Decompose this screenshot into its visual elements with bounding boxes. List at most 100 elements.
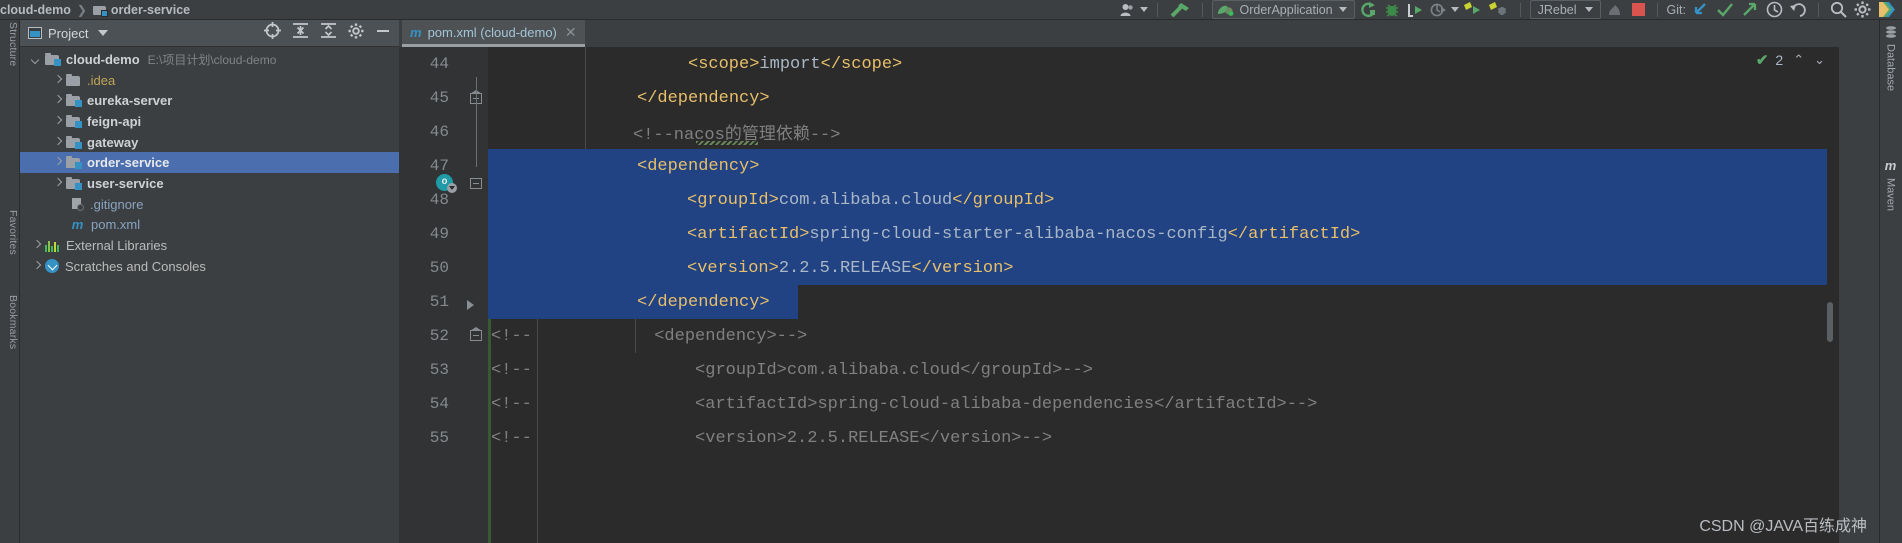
locate-icon[interactable] [264,22,281,44]
tree-row-pom-xml[interactable]: m pom.xml [20,215,399,236]
search-icon[interactable] [1828,1,1849,19]
chevron-right-icon[interactable] [53,158,62,167]
palette-icon[interactable] [1876,1,1898,19]
project-view-chevron-down-icon[interactable] [98,30,109,36]
gear-icon[interactable] [1852,1,1873,19]
code-token: <!-- [491,326,532,346]
tree-row-external-libraries[interactable]: External Libraries [20,235,399,256]
breadcrumb-item-project[interactable]: cloud-demo [0,3,71,17]
toolbar-divider-3 [1519,2,1521,17]
run-icon[interactable] [1405,1,1425,19]
next-highlight-icon[interactable]: ⌄ [1814,52,1825,68]
code-line[interactable]: 49 <artifactId> spring-cloud-starter-alib… [399,217,1839,251]
git-commit-icon[interactable] [1714,1,1736,19]
code-line[interactable]: 54 <!-- <artifactId>spring-cloud-alibaba… [399,387,1839,421]
collapse-all-icon[interactable] [320,22,337,44]
sidebar-label: Database [1884,44,1897,92]
chevron-right-icon[interactable] [53,76,62,85]
code-line[interactable]: 47 <dependency> [399,149,1839,183]
run-config-chevron-down-icon[interactable] [1338,7,1347,12]
folder-icon [66,73,81,87]
chevron-right-icon[interactable] [53,138,62,147]
sidebar-item-bookmarks[interactable]: Bookmarks [1,295,19,349]
expand-all-icon[interactable] [292,22,309,44]
module-folder-icon [66,135,82,149]
tab-pom-xml[interactable]: m pom.xml (cloud-demo) ✕ [402,20,585,47]
code-token: <dependency>--> [531,326,808,346]
sidebar-label: Maven [1884,178,1897,212]
attach-icon[interactable] [1604,1,1626,19]
jrebel-selector[interactable]: JRebel [1529,0,1601,19]
previous-highlight-icon[interactable]: ⌃ [1793,52,1804,68]
tree-row-eureka-server[interactable]: eureka-server [20,90,399,111]
sidebar-item-database[interactable]: Database [1881,26,1900,91]
code-line[interactable]: 48 <groupId> com.alibaba.cloud </groupId> [399,183,1839,217]
tree-label: feign-api [87,113,142,129]
editor-tab-strip: m pom.xml (cloud-demo) ✕ [399,20,1839,47]
chevron-right-icon[interactable] [53,96,62,105]
line-number: 49 [429,225,449,243]
tree-row-cloud-demo[interactable]: cloud-demo E:\项目计划\cloud-demo [20,49,399,70]
code-line[interactable]: 51 </dependency> [399,285,1839,319]
toolbar-divider [1156,2,1158,17]
code-line[interactable]: 55 <!-- <version>2.2.5.RELEASE</version>… [399,421,1839,455]
tree-row-feign-api[interactable]: feign-api [20,111,399,132]
stop-icon[interactable] [1629,1,1648,19]
user-icon[interactable] [1118,1,1137,19]
tree-row-gitignore[interactable]: .gitignore [20,194,399,215]
chevron-right-icon[interactable] [32,262,41,271]
tree-row-scratches-and-consoles[interactable]: Scratches and Consoles [20,256,399,277]
coverage-icon[interactable] [1428,1,1448,19]
user-chevron-down-icon[interactable] [1139,7,1148,12]
tree-row-idea[interactable]: .idea [20,70,399,91]
module-folder-icon [45,52,61,66]
jrebel-run-icon[interactable] [1462,1,1484,19]
run-configuration-selector[interactable]: OrderApplication [1211,0,1355,19]
editor-scrollbar-thumb[interactable] [1827,302,1833,342]
code-token: </scope> [820,54,903,74]
close-icon[interactable]: ✕ [565,24,577,41]
git-history-icon[interactable] [1764,1,1785,19]
coverage-chevron-down-icon[interactable] [1450,7,1459,12]
project-panel-title: Project [48,25,89,41]
tree-row-user-service[interactable]: user-service [20,173,399,194]
git-update-icon[interactable] [1689,1,1711,19]
module-folder-icon [66,156,82,170]
sidebar-item-maven[interactable]: m Maven [1881,158,1900,211]
code-line[interactable]: 44 <scope> import </scope> [399,47,1839,81]
code-token: </dependency> [637,88,770,108]
chevron-right-icon[interactable] [32,241,41,250]
module-folder-icon [66,114,82,128]
git-push-icon[interactable] [1739,1,1761,19]
code-line[interactable]: 52 <!-- <dependency>--> [399,319,1839,353]
inspection-widget[interactable]: ✔ 2 ⌃ ⌄ [1756,51,1825,69]
sidebar-item-favorites[interactable]: Favorites [1,210,19,255]
jrebel-label: JRebel [1537,2,1577,17]
tree-row-gateway[interactable]: gateway [20,132,399,153]
rerun-icon[interactable] [1358,1,1379,19]
project-panel-actions [264,22,399,44]
code-line[interactable]: 50 <version> 2.2.5.RELEASE </version> [399,251,1839,285]
chevron-right-icon[interactable] [53,117,62,126]
git-rollback-icon[interactable] [1788,1,1809,19]
hammer-icon[interactable] [1167,1,1193,19]
code-line[interactable]: 53 <!-- <groupId>com.alibaba.cloud</grou… [399,353,1839,387]
breadcrumb-item-module[interactable]: order-service [92,3,190,17]
sidebar-item-structure[interactable]: Structure [1,22,19,66]
line-number: 48 [429,191,449,209]
chevron-right-icon[interactable] [53,179,62,188]
hide-icon[interactable] [375,23,391,44]
chevron-down-icon[interactable] [32,55,41,64]
project-tree[interactable]: cloud-demo E:\项目计划\cloud-demo .idea eure… [20,47,399,543]
debug-icon[interactable] [1382,1,1402,19]
code-editor[interactable]: o 44 <scope> import </scope> 45 </dependen… [399,47,1839,543]
settings-icon[interactable] [348,22,364,44]
code-token: </artifactId> [1227,224,1361,244]
code-line[interactable]: 45 </dependency> [399,81,1839,115]
tree-row-order-service[interactable]: order-service [20,152,399,174]
inspection-count: 2 [1775,52,1784,68]
code-token: <version>2.2.5.RELEASE</version>--> [531,428,1053,448]
jrebel-chevron-down-icon[interactable] [1584,7,1593,12]
jrebel-debug-icon[interactable] [1487,1,1511,19]
code-line[interactable]: 46 <!--nacos的管理依赖--> [399,115,1839,149]
